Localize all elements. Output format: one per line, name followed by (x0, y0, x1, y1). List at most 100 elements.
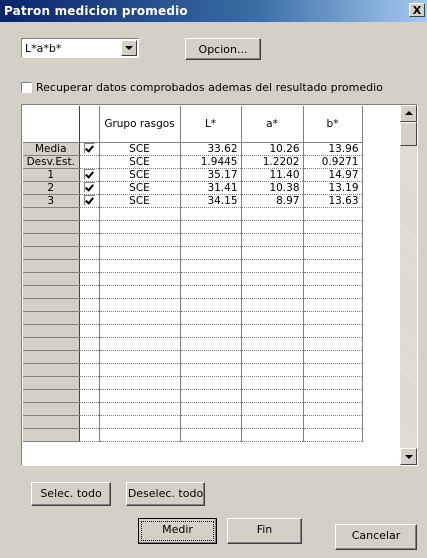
l-value-cell (180, 246, 242, 260)
a-value-cell (241, 350, 304, 364)
a-value-cell (241, 246, 304, 260)
l-value-cell (180, 363, 242, 377)
row-header[interactable]: 3 (23, 194, 80, 208)
measure-button[interactable]: Medir (138, 518, 217, 544)
recover-data-checkbox[interactable] (21, 81, 32, 93)
row-header[interactable] (23, 350, 80, 364)
row-header[interactable] (23, 246, 80, 260)
l-value-cell: 31.41 (180, 181, 242, 195)
group-cell (99, 259, 181, 273)
window-title: Patron medicion promedio (4, 4, 188, 18)
row-checkbox-cell[interactable] (79, 142, 100, 156)
a-value-cell (241, 324, 304, 338)
group-cell (99, 324, 181, 338)
row-header[interactable] (23, 298, 80, 312)
row-header[interactable]: 2 (23, 181, 80, 195)
table-row[interactable]: 3 SCE 34.15 8.97 13.63 (23, 194, 363, 208)
row-header[interactable] (23, 259, 80, 273)
scroll-down-icon[interactable] (400, 448, 417, 465)
check-column-header (79, 106, 100, 143)
row-header[interactable] (23, 207, 80, 221)
empty-table-row[interactable] (23, 311, 363, 325)
row-checkbox[interactable] (83, 143, 95, 155)
table-row[interactable]: 2 SCE 31.41 10.38 13.19 (23, 181, 363, 195)
empty-table-row[interactable] (23, 207, 363, 221)
table-row[interactable]: Media SCE 33.62 10.26 13.96 (23, 142, 363, 156)
b-value-cell: 0.9271 (303, 155, 363, 169)
empty-table-row[interactable] (23, 285, 363, 299)
row-header[interactable] (23, 428, 80, 442)
table-header-row: Grupo rasgos L* a* b* (23, 106, 363, 143)
b-value-cell (303, 311, 363, 325)
empty-table-row[interactable] (23, 324, 363, 338)
row-header[interactable] (23, 311, 80, 325)
empty-table-row[interactable] (23, 259, 363, 273)
b-value-cell (303, 324, 363, 338)
empty-table-row[interactable] (23, 298, 363, 312)
row-checkbox-cell[interactable] (79, 168, 100, 182)
empty-table-row[interactable] (23, 376, 363, 390)
empty-table-row[interactable] (23, 220, 363, 234)
empty-table-row[interactable] (23, 415, 363, 429)
row-header[interactable] (23, 233, 80, 247)
recover-data-checkbox-row[interactable]: Recuperar datos comprobados ademas del r… (21, 80, 383, 94)
deselect-all-button[interactable]: Deselec. todo (126, 482, 205, 506)
row-checkbox-cell[interactable] (79, 155, 100, 169)
a-value-cell (241, 415, 304, 429)
row-header[interactable] (23, 363, 80, 377)
table-row[interactable]: 1 SCE 35.17 11.40 14.97 (23, 168, 363, 182)
table-row[interactable]: Desv.Est. SCE 1.9445 1.2202 0.9271 (23, 155, 363, 169)
row-header[interactable] (23, 376, 80, 390)
row-checkbox[interactable] (83, 169, 95, 181)
scroll-thumb[interactable] (400, 122, 417, 146)
empty-table-row[interactable] (23, 272, 363, 286)
empty-table-row[interactable] (23, 428, 363, 442)
row-checkbox-cell[interactable] (79, 181, 100, 195)
column-header-group: Grupo rasgos (99, 106, 181, 143)
chevron-down-icon[interactable] (121, 40, 137, 56)
l-value-cell (180, 337, 242, 351)
row-header[interactable] (23, 272, 80, 286)
color-space-select[interactable]: L*a*b* (21, 38, 139, 58)
l-value-cell: 33.62 (180, 142, 242, 156)
row-checkbox[interactable] (83, 195, 95, 207)
row-header[interactable]: 1 (23, 168, 80, 182)
close-button[interactable]: X (409, 3, 425, 17)
row-header[interactable] (23, 324, 80, 338)
row-header[interactable]: Media (23, 142, 80, 156)
row-header[interactable] (23, 337, 80, 351)
row-checkbox[interactable] (83, 182, 95, 194)
empty-table-row[interactable] (23, 233, 363, 247)
row-header[interactable] (23, 402, 80, 416)
row-header[interactable] (23, 389, 80, 403)
b-value-cell (303, 415, 363, 429)
empty-table-row[interactable] (23, 246, 363, 260)
scroll-up-icon[interactable] (400, 105, 417, 122)
row-checkbox-cell[interactable] (79, 194, 100, 208)
empty-table-row[interactable] (23, 363, 363, 377)
l-value-cell (180, 298, 242, 312)
l-value-cell (180, 376, 242, 390)
row-checkbox-cell (79, 415, 100, 429)
end-button[interactable]: Fin (227, 518, 302, 544)
l-value-cell: 1.9445 (180, 155, 242, 169)
empty-table-row[interactable] (23, 337, 363, 351)
measurement-grid[interactable]: Grupo rasgos L* a* b* Media SCE 33.62 10.26… (21, 104, 418, 466)
select-all-label: Selec. todo (40, 487, 102, 500)
row-checkbox-cell (79, 246, 100, 260)
row-header[interactable] (23, 220, 80, 234)
column-header-a: a* (241, 106, 304, 143)
group-cell (99, 363, 181, 377)
row-header[interactable] (23, 285, 80, 299)
empty-table-row[interactable] (23, 389, 363, 403)
row-header[interactable] (23, 415, 80, 429)
row-checkbox-cell (79, 311, 100, 325)
row-header[interactable]: Desv.Est. (23, 155, 80, 169)
option-button[interactable]: Opcion... (185, 38, 261, 60)
empty-table-row[interactable] (23, 402, 363, 416)
a-value-cell (241, 337, 304, 351)
empty-table-row[interactable] (23, 350, 363, 364)
cancel-button[interactable]: Cancelar (335, 524, 417, 550)
select-all-button[interactable]: Selec. todo (31, 482, 111, 506)
vertical-scrollbar[interactable] (400, 105, 417, 465)
